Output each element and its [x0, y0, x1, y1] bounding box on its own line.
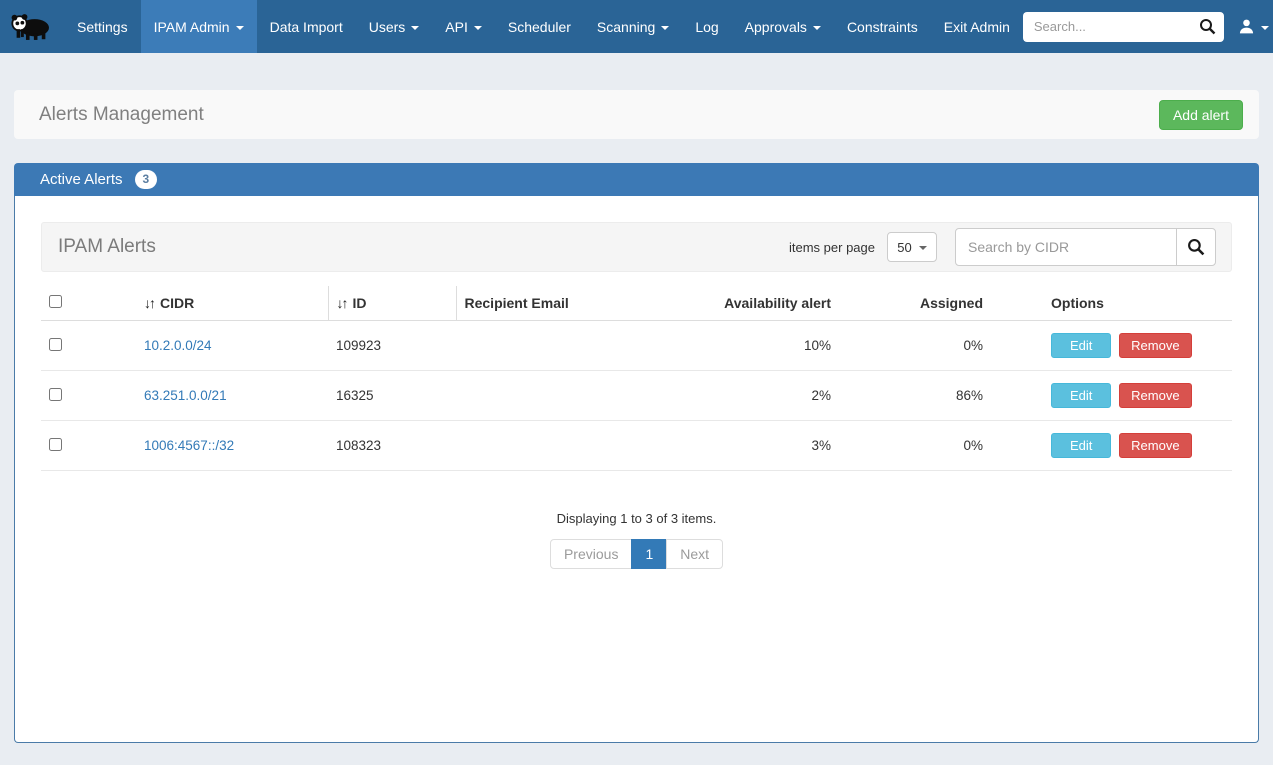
add-alert-button[interactable]: Add alert [1159, 100, 1243, 130]
column-header-assigned: Assigned [839, 286, 991, 321]
active-alerts-panel: Active Alerts 3 IPAM Alerts items per pa… [14, 163, 1259, 743]
cidr-search-input[interactable] [955, 228, 1177, 266]
nav-item-api[interactable]: API [432, 0, 495, 53]
assigned-value: 0% [839, 321, 991, 371]
user-menu[interactable] [1234, 18, 1273, 35]
cidr-link[interactable]: 63.251.0.0/21 [144, 388, 227, 403]
nav-item-data-import[interactable]: Data Import [257, 0, 356, 53]
table-row: 1006:4567::/32 108323 3% 0% Edit Remove [41, 421, 1232, 471]
nav-item-scanning[interactable]: Scanning [584, 0, 682, 53]
alert-id: 16325 [328, 371, 456, 421]
recipient-email [456, 371, 701, 421]
search-icon [1199, 18, 1216, 35]
assigned-value: 0% [839, 421, 991, 471]
app-logo[interactable] [8, 0, 64, 53]
table-title: IPAM Alerts [58, 236, 156, 258]
chevron-down-icon [1261, 26, 1269, 30]
top-navbar: Settings IPAM Admin Data Import Users AP… [0, 0, 1273, 53]
column-header-id[interactable]: ↓↑ID [328, 286, 456, 321]
table-row: 63.251.0.0/21 16325 2% 86% Edit Remove [41, 371, 1232, 421]
table-header-row: ↓↑CIDR ↓↑ID Recipient Email Availability… [41, 286, 1232, 321]
cidr-search-group [955, 228, 1216, 266]
select-all-checkbox[interactable] [49, 295, 62, 308]
next-page-button[interactable]: Next [666, 539, 723, 569]
alert-count-badge: 3 [135, 170, 158, 188]
page-1-button[interactable]: 1 [631, 539, 667, 569]
panel-heading: Active Alerts 3 [14, 163, 1259, 196]
edit-button[interactable]: Edit [1051, 433, 1111, 458]
chevron-down-icon [813, 26, 821, 30]
remove-button[interactable]: Remove [1119, 433, 1191, 458]
previous-page-button[interactable]: Previous [550, 539, 632, 569]
pagination: Previous 1 Next [550, 539, 723, 569]
items-per-page-label: items per page [789, 240, 875, 255]
global-search [1023, 12, 1224, 42]
table-row: 10.2.0.0/24 109923 10% 0% Edit Remove [41, 321, 1232, 371]
recipient-email [456, 321, 701, 371]
alert-id: 108323 [328, 421, 456, 471]
panda-logo-icon [8, 8, 54, 46]
nav-menu: Settings IPAM Admin Data Import Users AP… [64, 0, 1023, 53]
page-title: Alerts Management [39, 104, 204, 126]
table-toolbar: IPAM Alerts items per page 50 [41, 222, 1232, 272]
row-checkbox[interactable] [49, 338, 62, 351]
chevron-down-icon [236, 26, 244, 30]
nav-item-settings[interactable]: Settings [64, 0, 141, 53]
chevron-down-icon [919, 246, 927, 250]
global-search-button[interactable] [1191, 12, 1224, 42]
edit-button[interactable]: Edit [1051, 383, 1111, 408]
page-header: Alerts Management Add alert [14, 90, 1259, 139]
edit-button[interactable]: Edit [1051, 333, 1111, 358]
chevron-down-icon [661, 26, 669, 30]
panel-title: Active Alerts [40, 171, 123, 188]
recipient-email [456, 421, 701, 471]
search-icon [1187, 238, 1205, 256]
items-per-page-select[interactable]: 50 [887, 232, 937, 262]
chevron-down-icon [474, 26, 482, 30]
cidr-link[interactable]: 1006:4567::/32 [144, 438, 234, 453]
nav-item-users[interactable]: Users [356, 0, 433, 53]
assigned-value: 86% [839, 371, 991, 421]
nav-item-constraints[interactable]: Constraints [834, 0, 931, 53]
results-summary: Displaying 1 to 3 of 3 items. [41, 511, 1232, 526]
sort-icon[interactable]: ↓↑ [337, 295, 347, 311]
remove-button[interactable]: Remove [1119, 333, 1191, 358]
nav-item-ipam-admin[interactable]: IPAM Admin [141, 0, 257, 53]
remove-button[interactable]: Remove [1119, 383, 1191, 408]
cidr-search-button[interactable] [1176, 228, 1216, 266]
availability-value: 2% [701, 371, 839, 421]
panel-body: IPAM Alerts items per page 50 [14, 196, 1259, 743]
row-checkbox[interactable] [49, 388, 62, 401]
global-search-input[interactable] [1023, 12, 1191, 42]
alerts-table: ↓↑CIDR ↓↑ID Recipient Email Availability… [41, 286, 1232, 471]
column-header-email: Recipient Email [456, 286, 701, 321]
column-header-cidr[interactable]: ↓↑CIDR [136, 286, 328, 321]
availability-value: 3% [701, 421, 839, 471]
nav-item-exit-admin[interactable]: Exit Admin [931, 0, 1023, 53]
column-header-availability: Availability alert [701, 286, 839, 321]
alert-id: 109923 [328, 321, 456, 371]
nav-item-scheduler[interactable]: Scheduler [495, 0, 584, 53]
column-header-options: Options [991, 286, 1232, 321]
nav-item-approvals[interactable]: Approvals [732, 0, 834, 53]
row-checkbox[interactable] [49, 438, 62, 451]
chevron-down-icon [411, 26, 419, 30]
nav-item-log[interactable]: Log [682, 0, 731, 53]
cidr-link[interactable]: 10.2.0.0/24 [144, 338, 212, 353]
sort-icon[interactable]: ↓↑ [144, 295, 154, 311]
availability-value: 10% [701, 321, 839, 371]
user-icon [1238, 18, 1255, 35]
